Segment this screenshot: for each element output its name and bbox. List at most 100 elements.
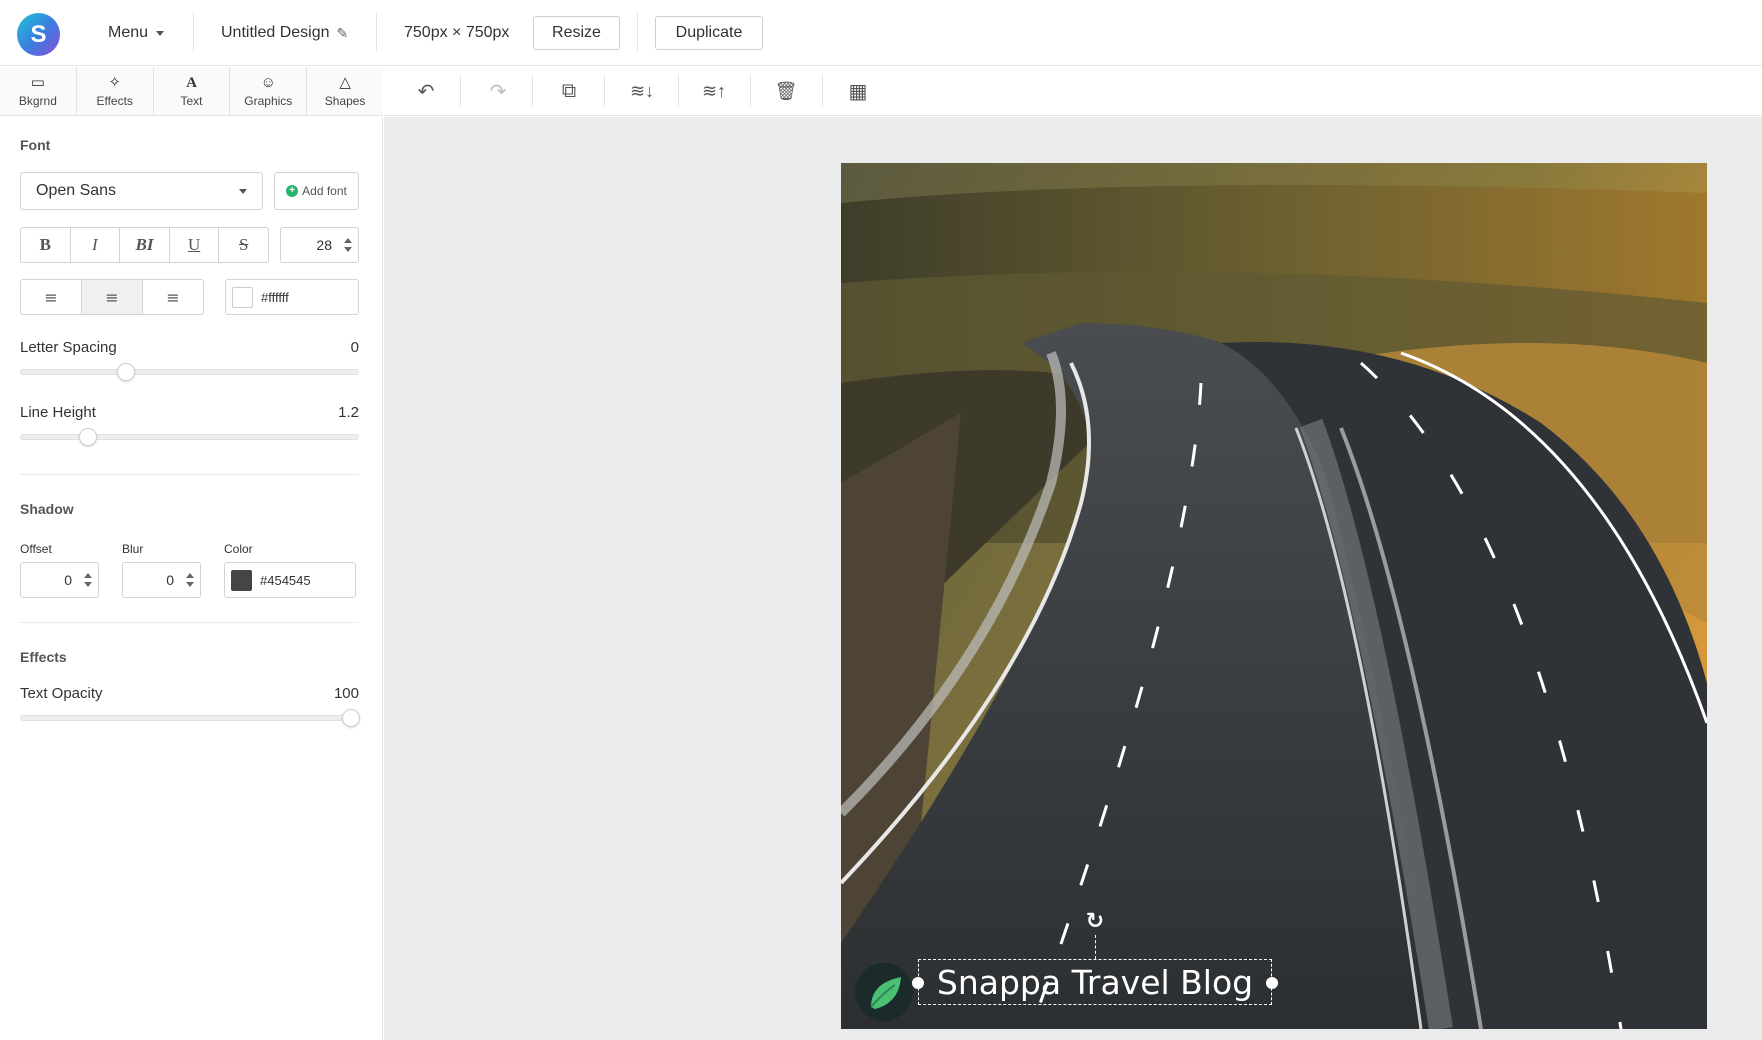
bold-italic-button[interactable]: BI bbox=[120, 228, 170, 262]
tab-label: Effects bbox=[96, 93, 133, 108]
letter-spacing-label: Letter Spacing bbox=[20, 339, 117, 356]
shadow-offset-stepper[interactable]: 0 bbox=[20, 562, 99, 598]
tool-tabs: ▭ Bkgrnd ✧ Effects A Text ☺ Graphics △ S… bbox=[0, 67, 383, 116]
plus-icon: + bbox=[286, 185, 299, 197]
strikethrough-button[interactable]: S bbox=[219, 228, 268, 262]
resize-handle-right[interactable] bbox=[1266, 977, 1278, 989]
font-section-title: Font bbox=[20, 137, 51, 153]
effects-section-title: Effects bbox=[20, 649, 67, 665]
tab-background[interactable]: ▭ Bkgrnd bbox=[0, 67, 77, 115]
top-bar: S Menu Untitled Design ✎ 750px × 750px R… bbox=[0, 0, 1762, 66]
shadow-color-swatch bbox=[231, 569, 252, 591]
shadow-color-label: Color bbox=[224, 542, 253, 556]
align-left-icon[interactable]: ≡ bbox=[21, 280, 82, 314]
resize-handle-left[interactable] bbox=[912, 977, 924, 989]
stepper-arrows[interactable] bbox=[78, 563, 98, 597]
grid-icon[interactable]: ▦ bbox=[840, 75, 876, 107]
underline-button[interactable]: U bbox=[170, 228, 220, 262]
stepper-arrows[interactable] bbox=[180, 563, 200, 597]
arrow-down-icon[interactable] bbox=[84, 582, 92, 587]
arrow-down-icon[interactable] bbox=[186, 582, 194, 587]
divider bbox=[460, 75, 461, 107]
font-size-stepper[interactable]: 28 bbox=[280, 227, 359, 263]
shadow-color-value: #454545 bbox=[260, 572, 311, 588]
arrow-down-icon[interactable] bbox=[344, 247, 352, 252]
trash-icon[interactable]: 🗑 bbox=[768, 75, 804, 107]
align-right-icon[interactable]: ≡ bbox=[143, 280, 203, 314]
shadow-blur-stepper[interactable]: 0 bbox=[122, 562, 201, 598]
divider bbox=[376, 13, 377, 51]
tab-label: Graphics bbox=[244, 93, 293, 108]
layer-down-icon[interactable]: ≋↓ bbox=[620, 75, 664, 107]
shadow-section-title: Shadow bbox=[20, 501, 74, 517]
pencil-icon: ✎ bbox=[336, 24, 349, 41]
slider-handle[interactable] bbox=[79, 428, 97, 446]
bold-button[interactable]: B bbox=[21, 228, 71, 262]
layer-up-icon[interactable]: ≋↑ bbox=[692, 75, 736, 107]
tab-effects[interactable]: ✧ Effects bbox=[77, 67, 154, 115]
copy-icon[interactable]: ⧉ bbox=[551, 75, 587, 107]
rotate-connector bbox=[1095, 935, 1096, 959]
line-height-label: Line Height bbox=[20, 404, 96, 421]
text-opacity-value: 100 bbox=[333, 685, 359, 702]
selected-text-element[interactable]: Snappa Travel Blog bbox=[912, 959, 1278, 1005]
font-family-select[interactable]: Open Sans bbox=[20, 172, 263, 210]
divider bbox=[604, 75, 605, 107]
menu-button[interactable]: Menu bbox=[108, 0, 165, 66]
canvas-toolbar: ↶ ↷ ⧉ ≋↓ ≋↑ 🗑 ▦ bbox=[384, 67, 1762, 116]
leaf-logo bbox=[855, 963, 913, 1021]
leaf-icon bbox=[870, 977, 901, 1009]
canvas-workspace: ↻ Snappa Travel Blog bbox=[384, 117, 1762, 1040]
align-center-icon[interactable]: ≡ bbox=[82, 280, 143, 314]
font-family-value: Open Sans bbox=[36, 182, 117, 199]
triangle-icon: △ bbox=[339, 73, 351, 91]
magic-wand-icon: ✧ bbox=[108, 73, 121, 91]
shadow-offset-label: Offset bbox=[20, 542, 52, 556]
design-canvas[interactable]: ↻ Snappa Travel Blog bbox=[841, 163, 1707, 1029]
arrow-up-icon[interactable] bbox=[186, 573, 194, 578]
divider bbox=[20, 474, 359, 475]
add-font-button[interactable]: + Add font bbox=[274, 172, 359, 210]
shadow-blur-label: Blur bbox=[122, 542, 144, 556]
tab-text[interactable]: A Text bbox=[154, 67, 231, 115]
stepper-arrows[interactable] bbox=[338, 228, 358, 262]
arrow-up-icon[interactable] bbox=[344, 238, 352, 243]
smiley-icon: ☺ bbox=[260, 73, 276, 91]
rotate-icon[interactable]: ↻ bbox=[1083, 909, 1107, 933]
font-size-value: 28 bbox=[316, 237, 332, 253]
font-color-value: #ffffff bbox=[261, 289, 289, 305]
redo-icon[interactable]: ↷ bbox=[480, 75, 516, 107]
shadow-blur-value: 0 bbox=[166, 572, 174, 588]
text-properties-panel: Font Open Sans + Add font B I BI U S 28 … bbox=[0, 117, 383, 1040]
duplicate-button[interactable]: Duplicate bbox=[655, 16, 763, 50]
arrow-up-icon[interactable] bbox=[84, 573, 92, 578]
app-logo[interactable]: S bbox=[17, 13, 60, 56]
slider-handle[interactable] bbox=[117, 363, 135, 381]
road-photo bbox=[841, 163, 1707, 1029]
divider bbox=[532, 75, 533, 107]
text-icon: A bbox=[186, 74, 197, 91]
text-align-buttons: ≡ ≡ ≡ bbox=[20, 279, 204, 315]
line-height-slider[interactable] bbox=[20, 428, 359, 446]
letter-spacing-slider[interactable] bbox=[20, 363, 359, 381]
resize-button[interactable]: Resize bbox=[533, 16, 620, 50]
design-title[interactable]: Untitled Design ✎ bbox=[221, 0, 348, 66]
text-opacity-slider[interactable] bbox=[20, 709, 360, 727]
tab-graphics[interactable]: ☺ Graphics bbox=[230, 67, 308, 115]
canvas-text[interactable]: Snappa Travel Blog bbox=[937, 963, 1253, 1002]
shadow-color-picker[interactable]: #454545 bbox=[224, 562, 356, 598]
letter-spacing-value: 0 bbox=[350, 339, 359, 356]
menu-label: Menu bbox=[108, 24, 149, 41]
font-color-picker[interactable]: #ffffff bbox=[225, 279, 359, 315]
slider-handle[interactable] bbox=[342, 709, 360, 727]
design-title-label: Untitled Design bbox=[221, 24, 330, 41]
italic-button[interactable]: I bbox=[71, 228, 121, 262]
chevron-down-icon bbox=[239, 189, 247, 194]
undo-icon[interactable]: ↶ bbox=[408, 75, 444, 107]
add-font-label: Add font bbox=[302, 184, 347, 198]
divider bbox=[678, 75, 679, 107]
chevron-down-icon bbox=[156, 30, 165, 36]
tab-label: Text bbox=[180, 93, 203, 108]
tab-shapes[interactable]: △ Shapes bbox=[307, 67, 383, 115]
font-color-swatch bbox=[232, 286, 253, 308]
